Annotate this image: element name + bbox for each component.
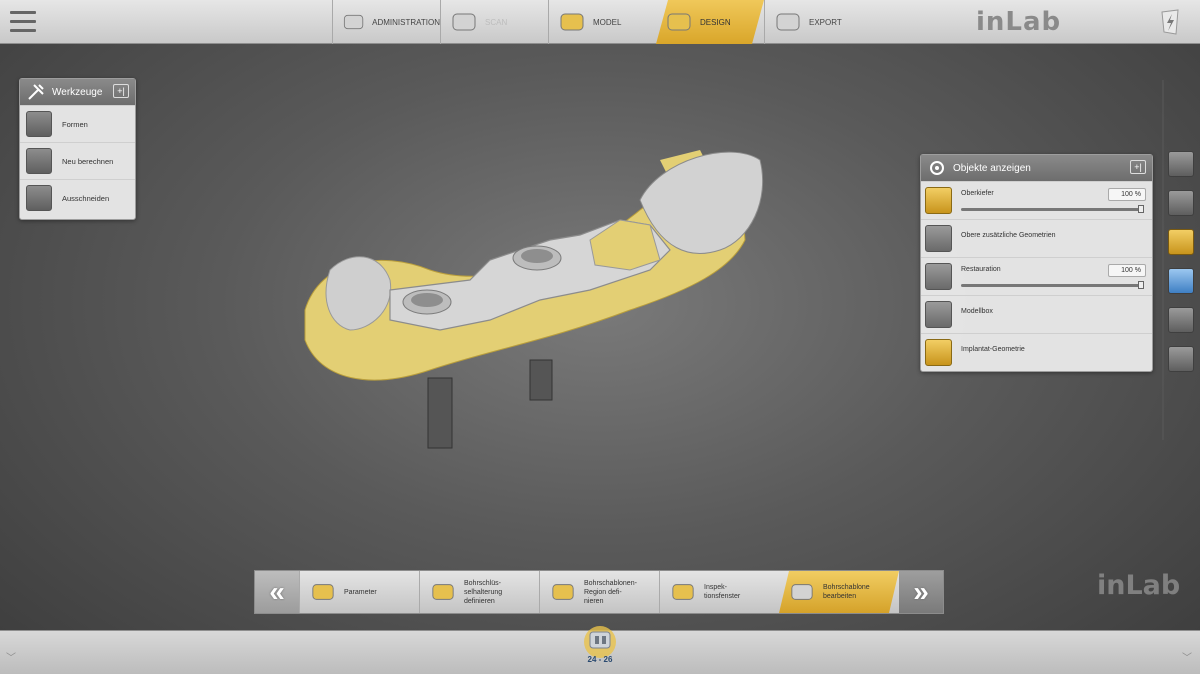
side-toolbar [1168,151,1194,385]
additional-geometry-icon[interactable] [925,225,952,252]
workflow-step-label: DESIGN [700,17,731,27]
scan-icon [452,13,476,31]
object-label: Implantat-Geometrie [961,346,1025,353]
edit-template-icon [787,580,817,604]
screenshot-icon[interactable] [1168,268,1194,294]
design-steps-bar: « Parameter Bohrschlüs- selhalterung defi… [254,570,944,614]
tooth-range-label: 24 - 26 [587,655,613,664]
recalculate-icon [26,148,52,174]
cut-icon [26,185,52,211]
step-item[interactable]: Parameter [299,571,419,613]
next-step-button[interactable]: » [899,571,943,613]
tools-icon[interactable] [1168,190,1194,216]
pin-button[interactable]: +| [113,84,129,98]
workflow-step-label: EXPORT [809,17,842,27]
step-item[interactable]: Bohrschablonen- Region defi- nieren [539,571,659,613]
workflow-step-label: SCAN [485,17,508,27]
object-label: Oberkiefer [961,190,994,197]
tools-panel-title: Werkzeuge [52,86,103,98]
objects-panel: Objekte anzeigen +| Oberkiefer 100 % Obere… [920,154,1153,372]
design-icon [664,9,694,35]
objects-panel-title: Objekte anzeigen [953,162,1031,174]
objects-icon[interactable] [1168,229,1194,255]
chevron-down-icon[interactable]: ﹀ [6,649,16,664]
tool-label: Formen [62,119,88,129]
steps-list: Parameter Bohrschlüs- selhalterung defini… [299,571,899,613]
object-label: Modellbox [961,308,993,315]
object-item[interactable]: Oberkiefer 100 % [921,181,1152,219]
implant-icon[interactable] [925,339,952,366]
object-item[interactable]: Obere zusätzliche Geometrien [921,219,1152,257]
opacity-input[interactable]: 100 % [1108,188,1146,201]
divider [1162,80,1164,440]
menu-icon[interactable] [10,11,36,33]
object-label: Restauration [961,266,1001,273]
workflow-step-label: MODEL [593,17,622,27]
tool-label: Neu berechnen [62,156,114,166]
restoration-icon[interactable] [925,263,952,290]
step-label: Inspek- tionsfenster [704,584,741,600]
tools-panel-header: Werkzeuge +| [20,79,135,105]
workflow-step-label: ADMINISTRATION [372,17,440,27]
top-bar: ADMINISTRATION SCAN MODEL DESIGN EXPORT inLa… [0,0,1200,44]
step-label: Bohrschablonen- Region defi- nieren [584,579,637,605]
workflow-step-model[interactable]: MODEL [548,0,656,44]
objects-panel-header: Objekte anzeigen +| [921,155,1152,181]
object-label: Obere zusätzliche Geometrien [961,232,1056,239]
object-item[interactable]: Implantat-Geometrie [921,333,1152,371]
opacity-input[interactable]: 100 % [1108,264,1146,277]
objects-list: Oberkiefer 100 % Obere zusätzliche Geometr… [921,181,1152,371]
watermark-logo: inLab [1097,570,1181,601]
chevron-down-icon[interactable]: ﹀ [1182,649,1192,664]
parameter-icon [312,584,334,600]
step-label: Bohrschablone bearbeiten [823,584,870,600]
lightning-icon[interactable] [1158,8,1182,36]
inspection-icon [672,584,694,600]
step-item[interactable]: Bohrschablone bearbeiten [779,571,899,613]
step-label: Parameter [344,588,377,596]
workflow-step-scan[interactable]: SCAN [440,0,548,44]
workflow-step-design[interactable]: DESIGN [656,0,764,44]
brand-logo: inLab [976,7,1062,37]
catalog-icon[interactable] [1168,346,1194,372]
step-label: Bohrschlüs- selhalterung definieren [464,579,503,605]
slider-handle[interactable] [1138,205,1144,213]
drill-key-icon [432,584,454,600]
tool-item[interactable]: Ausschneiden [20,179,135,216]
export-icon [776,13,800,31]
shape-icon [26,111,52,137]
denture-icon [343,14,364,30]
step-item[interactable]: Inspek- tionsfenster [659,571,779,613]
region-icon [552,584,574,600]
tool-item[interactable]: Formen [20,105,135,142]
workflow-steps: ADMINISTRATION SCAN MODEL DESIGN EXPORT [332,0,872,44]
tools-panel: Werkzeuge +| Formen Neu berechnen Ausschne… [19,78,136,220]
upper-jaw-icon[interactable] [925,187,952,214]
dental-model-viewport[interactable] [290,140,780,460]
cube-view-icon[interactable] [1168,151,1194,177]
step-item[interactable]: Bohrschlüs- selhalterung definieren [419,571,539,613]
slider-handle[interactable] [1138,281,1144,289]
previous-step-button[interactable]: « [255,571,299,613]
model-icon [560,13,584,31]
tool-label: Ausschneiden [62,193,110,203]
opacity-slider[interactable] [961,205,1144,213]
workflow-step-export[interactable]: EXPORT [764,0,872,44]
object-item[interactable]: Restauration 100 % [921,257,1152,295]
objects-view-icon [930,161,944,175]
head-view-icon[interactable] [1168,307,1194,333]
tools-list: Formen Neu berechnen Ausschneiden [20,105,135,216]
tools-icon [28,84,44,100]
tool-item[interactable]: Neu berechnen [20,142,135,179]
opacity-slider[interactable] [961,281,1144,289]
pin-button[interactable]: +| [1130,160,1146,174]
model-box-icon[interactable] [925,301,952,328]
workflow-step-administration[interactable]: ADMINISTRATION [332,0,440,44]
object-item[interactable]: Modellbox [921,295,1152,333]
